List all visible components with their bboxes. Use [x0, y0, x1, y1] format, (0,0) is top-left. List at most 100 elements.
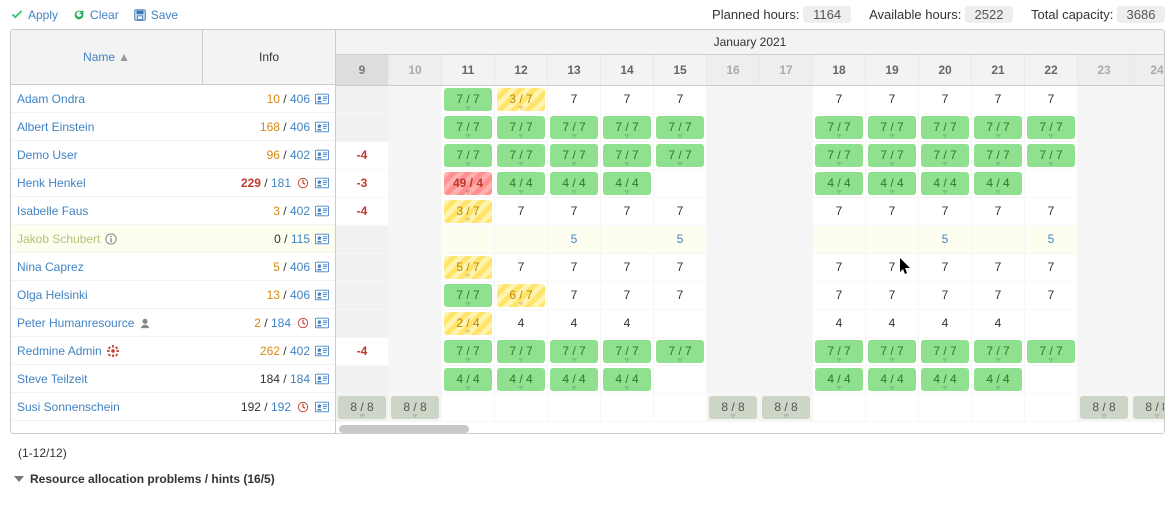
allocation-chip[interactable]: 7 / 7 [868, 340, 916, 363]
grid-cell[interactable] [760, 86, 813, 113]
grid-cell[interactable]: 4 [813, 310, 866, 337]
allocation-chip[interactable]: 7 / 7 [815, 340, 863, 363]
grid-cell[interactable] [389, 170, 442, 197]
allocation-chip[interactable]: 4 / 4 [444, 368, 492, 391]
user-link[interactable]: Isabelle Faus [17, 204, 88, 218]
grid-cell[interactable]: 3 / 7 [442, 198, 495, 225]
grid-cell[interactable]: 2 / 4 [442, 310, 495, 337]
grid-cell[interactable]: 7 / 7 [548, 142, 601, 169]
grid-cell[interactable]: 3 / 7 [495, 86, 548, 113]
grid-cell[interactable] [707, 198, 760, 225]
grid-cell[interactable] [707, 254, 760, 281]
grid-cell[interactable] [336, 366, 389, 393]
allocation-chip[interactable]: 7 / 7 [974, 144, 1022, 167]
allocation-chip[interactable]: 7 / 7 [497, 144, 545, 167]
allocation-chip[interactable]: 8 / 8 [391, 396, 439, 419]
allocation-chip[interactable]: 7 / 7 [921, 340, 969, 363]
grid-cell[interactable]: 7 / 7 [1025, 114, 1078, 141]
grid-cell[interactable] [760, 310, 813, 337]
grid-cell[interactable] [1131, 86, 1164, 113]
grid-cell[interactable]: 7 [654, 198, 707, 225]
grid-cell[interactable]: 7 / 7 [442, 142, 495, 169]
allocation-chip[interactable]: 3 / 7 [444, 200, 492, 223]
grid-cell[interactable] [1078, 86, 1131, 113]
grid-cell[interactable]: 8 / 8 [707, 394, 760, 421]
user-link[interactable]: Redmine Admin [17, 344, 102, 358]
grid-cell[interactable] [442, 394, 495, 421]
grid-cell[interactable] [389, 114, 442, 141]
grid-cell[interactable]: 7 / 7 [1025, 142, 1078, 169]
grid-cell[interactable]: 7 / 7 [813, 338, 866, 365]
horizontal-scrollbar[interactable] [336, 425, 1164, 433]
grid-cell[interactable] [336, 310, 389, 337]
grid-cell[interactable]: 7 [813, 86, 866, 113]
grid-cell[interactable]: 8 / 8 [336, 394, 389, 421]
allocation-chip[interactable]: 7 / 7 [868, 116, 916, 139]
grid-cell[interactable] [813, 226, 866, 253]
grid-cell[interactable]: 4 / 4 [919, 170, 972, 197]
user-link[interactable]: Nina Caprez [17, 260, 84, 274]
grid-cell[interactable]: 7 / 7 [654, 142, 707, 169]
allocation-chip[interactable]: 7 / 7 [444, 284, 492, 307]
grid-cell[interactable]: 7 [1025, 254, 1078, 281]
grid-cell[interactable] [389, 282, 442, 309]
allocation-chip[interactable]: 4 / 4 [921, 368, 969, 391]
grid-cell[interactable]: 4 / 4 [919, 366, 972, 393]
grid-cell[interactable] [707, 114, 760, 141]
grid-cell[interactable]: 8 / 8 [1131, 394, 1164, 421]
grid-cell[interactable]: 7 / 7 [654, 114, 707, 141]
allocation-chip[interactable]: 7 / 7 [550, 116, 598, 139]
allocation-chip[interactable]: 7 / 7 [444, 116, 492, 139]
grid-cell[interactable]: 5 [919, 226, 972, 253]
grid-cell[interactable]: 7 / 7 [813, 114, 866, 141]
grid-cell[interactable] [707, 338, 760, 365]
grid-cell[interactable]: 7 / 7 [1025, 338, 1078, 365]
grid-cell[interactable]: 5 [548, 226, 601, 253]
allocation-chip[interactable]: 7 / 7 [603, 144, 651, 167]
grid-cell[interactable]: -3 [336, 170, 389, 197]
allocation-chip[interactable]: 4 / 4 [815, 368, 863, 391]
grid-cell[interactable]: 7 [919, 254, 972, 281]
grid-cell[interactable] [1131, 226, 1164, 253]
allocation-chip[interactable]: 4 / 4 [868, 368, 916, 391]
grid-cell[interactable]: 4 / 4 [601, 366, 654, 393]
grid-cell[interactable]: 4 / 4 [548, 170, 601, 197]
allocation-chip[interactable]: 8 / 8 [1133, 396, 1164, 419]
grid-cell[interactable]: 5 / 7 [442, 254, 495, 281]
grid-cell[interactable] [336, 282, 389, 309]
grid-cell[interactable]: 4 / 4 [548, 366, 601, 393]
grid-cell[interactable] [1078, 254, 1131, 281]
grid-cell[interactable] [1078, 114, 1131, 141]
allocation-chip[interactable]: 4 / 4 [550, 172, 598, 195]
column-header-name[interactable]: Name ▲ [11, 30, 203, 84]
apply-button[interactable]: Apply [10, 8, 58, 22]
grid-cell[interactable] [654, 310, 707, 337]
grid-cell[interactable]: 7 / 7 [495, 114, 548, 141]
grid-cell[interactable] [336, 114, 389, 141]
grid-cell[interactable]: 7 [601, 282, 654, 309]
grid-cell[interactable]: 7 [813, 282, 866, 309]
grid-cell[interactable] [654, 394, 707, 421]
allocation-chip[interactable]: 7 / 7 [444, 340, 492, 363]
allocation-chip[interactable]: 7 / 7 [1027, 340, 1075, 363]
grid-cell[interactable]: 7 [654, 282, 707, 309]
allocation-chip[interactable]: 4 / 4 [603, 172, 651, 195]
clear-button[interactable]: Clear [72, 8, 119, 22]
grid-cell[interactable]: -4 [336, 142, 389, 169]
user-link[interactable]: Jakob Schubert [17, 232, 100, 246]
grid-cell[interactable]: 7 [1025, 86, 1078, 113]
grid-cell[interactable]: 4 / 4 [813, 366, 866, 393]
grid-cell[interactable]: 6 / 7 [495, 282, 548, 309]
grid-cell[interactable]: 7 [972, 282, 1025, 309]
grid-cell[interactable]: 7 [1025, 282, 1078, 309]
grid-cell[interactable]: 7 / 7 [654, 338, 707, 365]
allocation-chip[interactable]: 7 / 7 [1027, 116, 1075, 139]
grid-cell[interactable]: 7 [495, 254, 548, 281]
grid-cell[interactable] [1025, 170, 1078, 197]
grid-cell[interactable]: 4 / 4 [495, 170, 548, 197]
user-link[interactable]: Henk Henkel [17, 176, 86, 190]
grid-cell[interactable] [1078, 142, 1131, 169]
grid-cell[interactable]: 7 [919, 198, 972, 225]
grid-cell[interactable]: 5 [654, 226, 707, 253]
grid-cell[interactable] [654, 366, 707, 393]
